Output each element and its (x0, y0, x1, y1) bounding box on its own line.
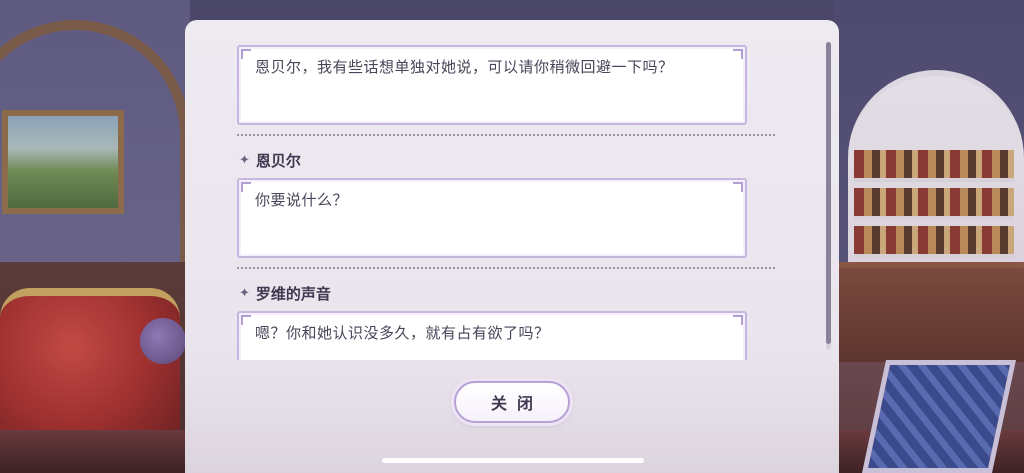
bookshelf-row (854, 150, 1014, 182)
dialog-line-1-text: 恩贝尔，我有些话想单独对她说，可以请你稍微回避一下吗？ (255, 58, 674, 76)
speaker-name-2-text: 恩贝尔 (255, 152, 301, 170)
sparkle-icon: ✦ (239, 153, 250, 168)
speaker-name-2: ✦ 恩贝尔 (239, 150, 301, 171)
speaker-name-3-text: 罗维的声音 (255, 285, 331, 303)
red-sofa (0, 288, 180, 438)
dotted-divider (237, 134, 775, 136)
blue-rug (861, 360, 1017, 473)
landscape-painting (2, 110, 124, 214)
close-button-label: 关闭 (490, 394, 543, 413)
dialog-scroll-area[interactable]: 恩贝尔，我有些话想单独对她说，可以请你稍微回避一下吗？ ✦ 恩贝尔 你要说什么？… (185, 20, 839, 360)
dialog-line-2-text: 你要说什么？ (255, 191, 349, 209)
dialog-line-3: 嗯？你和她认识没多久，就有占有欲了吗？ (237, 311, 747, 360)
dialog-log-panel: 恩贝尔，我有些话想单独对她说，可以请你稍微回避一下吗？ ✦ 恩贝尔 你要说什么？… (185, 20, 839, 473)
dialog-line-1: 恩贝尔，我有些话想单独对她说，可以请你稍微回避一下吗？ (237, 45, 747, 125)
dialog-line-3-text: 嗯？你和她认识没多久，就有占有欲了吗？ (255, 324, 550, 342)
bookshelf-row (854, 188, 1014, 220)
dotted-divider (237, 267, 775, 269)
speaker-name-3: ✦ 罗维的声音 (239, 283, 331, 304)
bookshelf-row (854, 226, 1014, 258)
scrollbar-track[interactable] (826, 42, 831, 350)
scrollbar-thumb[interactable] (826, 42, 831, 344)
close-button[interactable]: 关闭 (454, 381, 570, 423)
purple-cushion (140, 318, 186, 364)
wood-cabinet (838, 262, 1024, 362)
dialog-line-2: 你要说什么？ (237, 178, 747, 258)
home-indicator[interactable] (382, 458, 644, 463)
sparkle-icon: ✦ (239, 286, 250, 301)
